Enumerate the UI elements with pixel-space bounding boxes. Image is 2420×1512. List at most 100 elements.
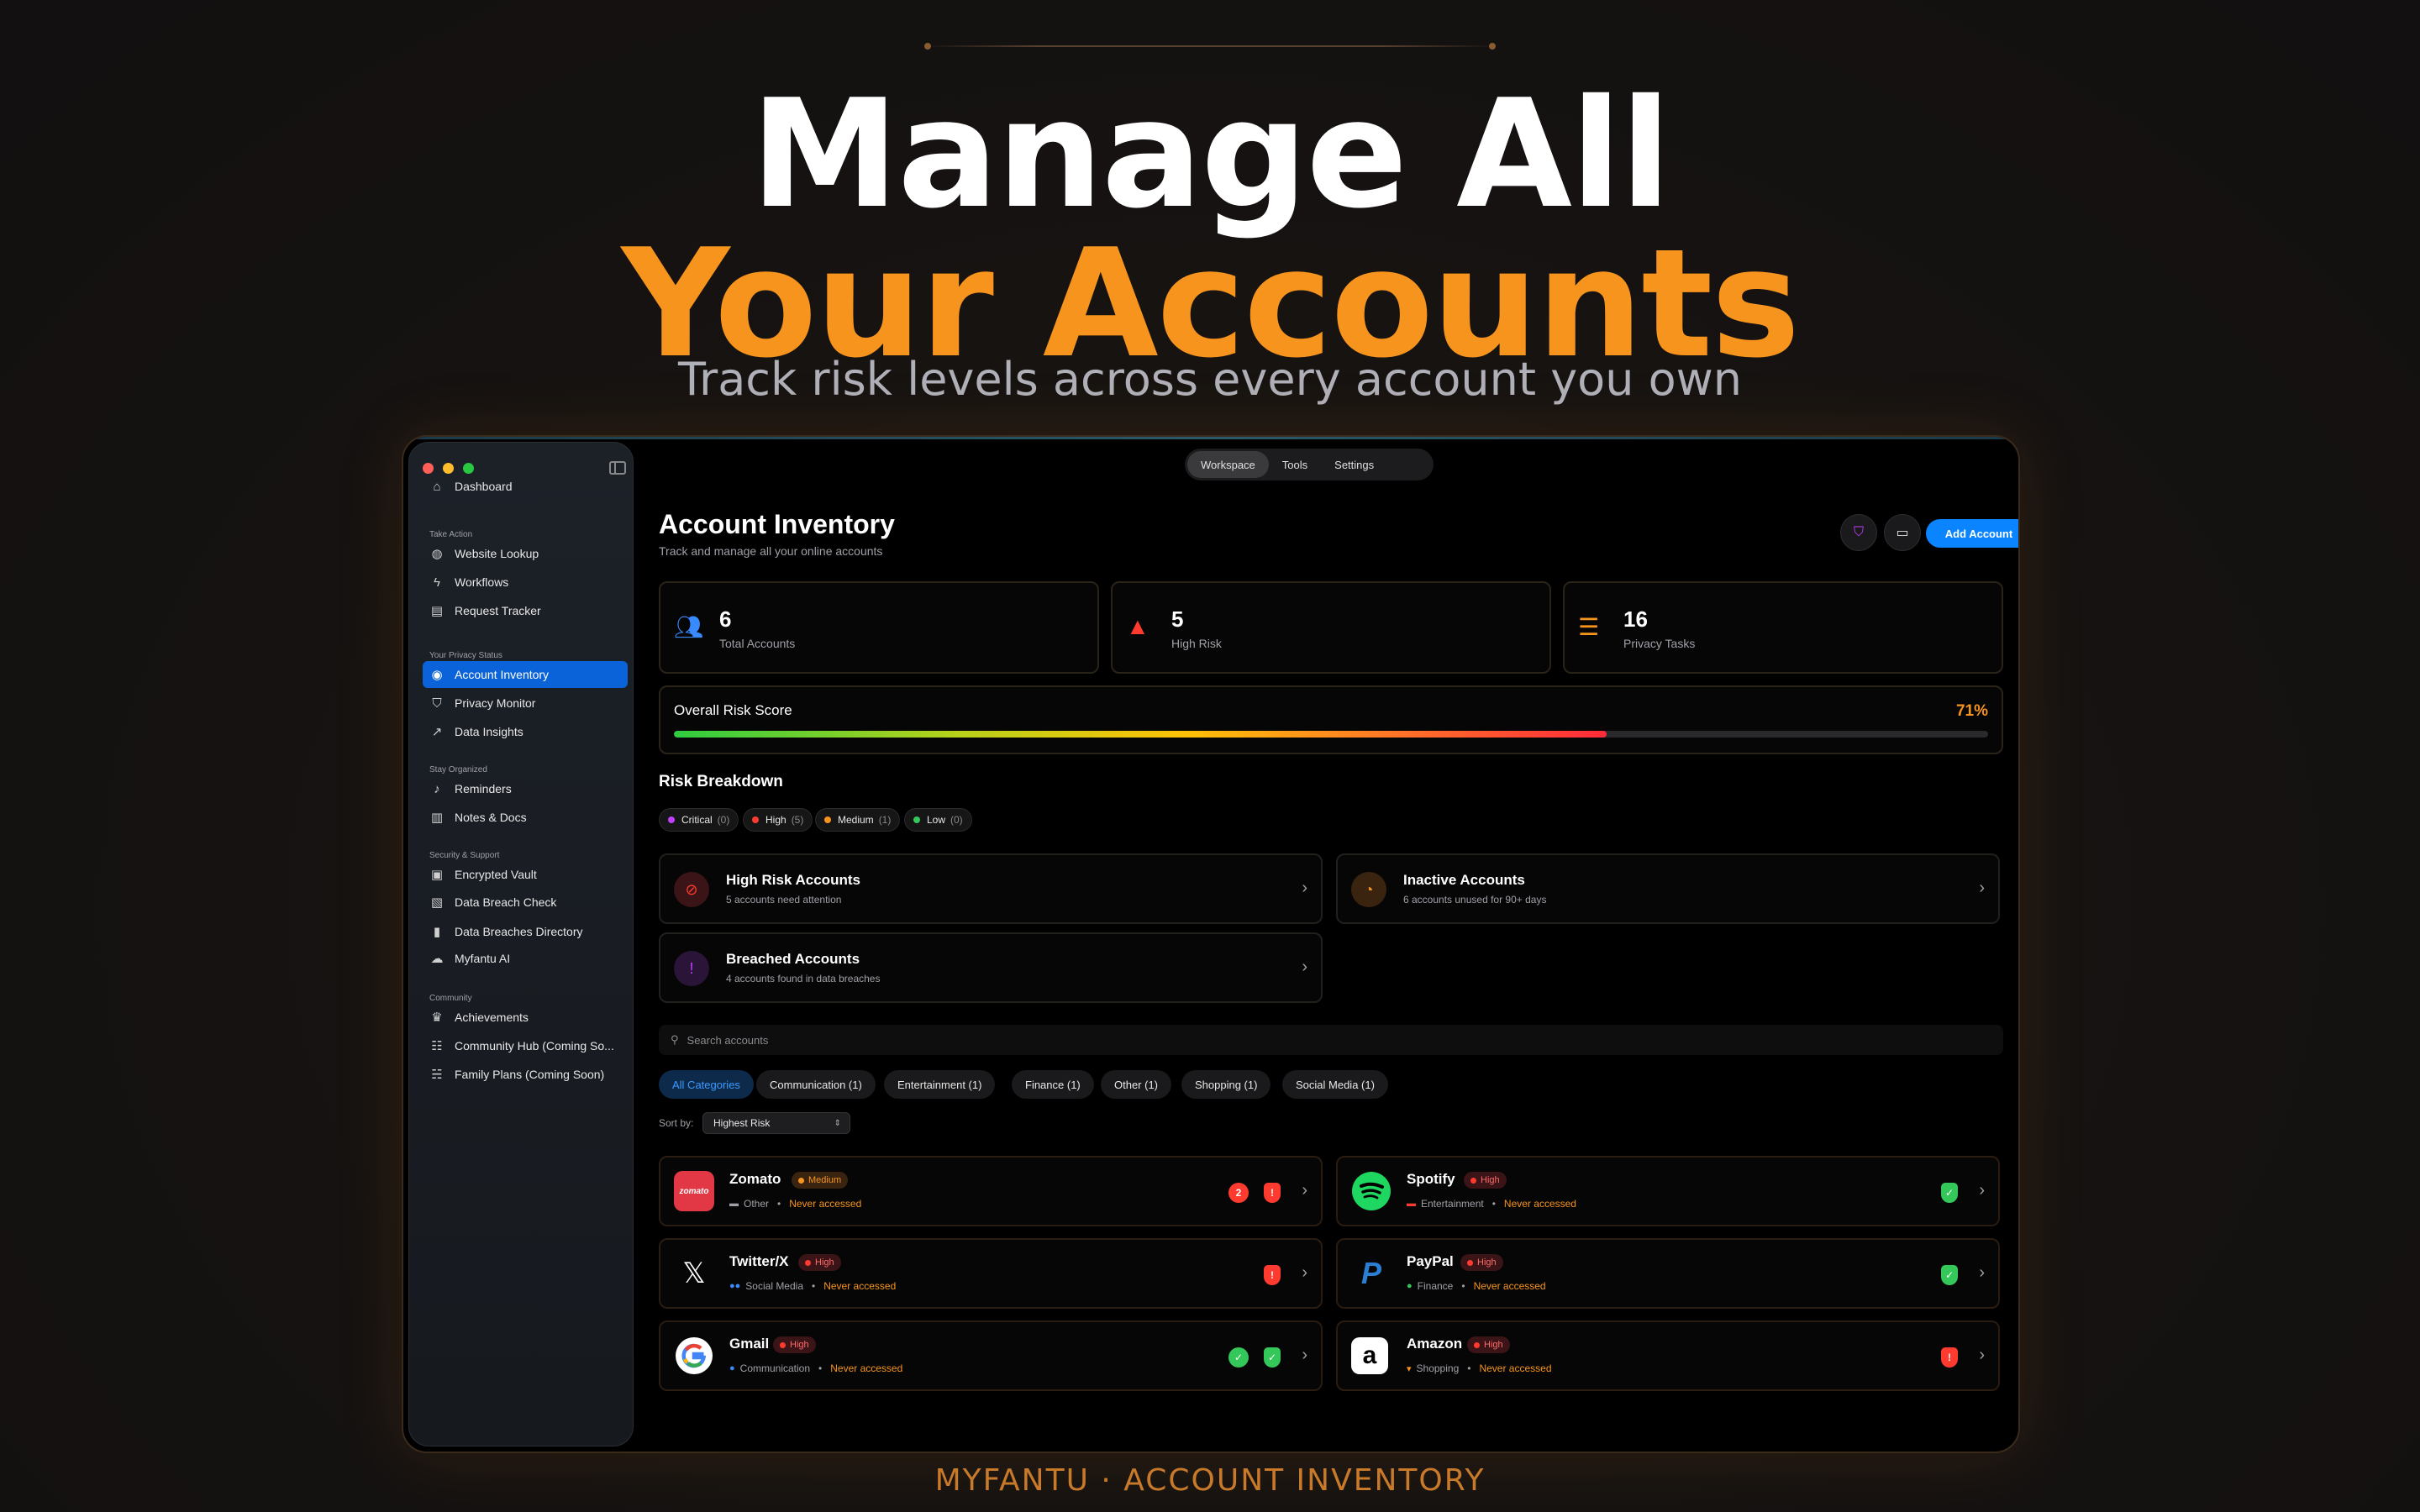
book-icon: ▥ xyxy=(430,811,444,825)
critical-dot-icon xyxy=(668,816,675,823)
stat-value: 5 xyxy=(1171,606,1184,632)
card-title: Breached Accounts xyxy=(726,951,860,967)
hero-headline-1: Manage All xyxy=(750,67,1671,241)
pill-count: (0) xyxy=(717,814,730,826)
sidebar-item-workflows[interactable]: ϟ Workflows xyxy=(423,569,628,596)
sidebar-item-community-hub[interactable]: ☷ Community Hub (Coming So... xyxy=(423,1032,628,1059)
risk-badge: High xyxy=(1467,1336,1510,1353)
category-shopping[interactable]: Shopping (1) xyxy=(1181,1070,1271,1099)
sidebar-section-title: Take Action xyxy=(429,530,473,539)
sidebar-item-account-inventory[interactable]: ◉ Account Inventory xyxy=(423,661,628,688)
account-row-spotify[interactable]: Spotify High ▬ Entertainment • Never acc… xyxy=(1336,1156,2000,1226)
high-dot-icon xyxy=(752,816,759,823)
risk-dot-icon xyxy=(798,1177,804,1184)
risk-dot-icon xyxy=(780,1341,786,1348)
dollar-icon: ● xyxy=(1407,1281,1413,1291)
account-row-gmail[interactable]: Gmail High ● Communication • Never acces… xyxy=(659,1320,1323,1391)
add-account-button[interactable]: Add Account xyxy=(1926,519,2018,548)
sort-select[interactable]: Highest Risk ⇕ xyxy=(702,1112,850,1134)
sidebar-item-encrypted-vault[interactable]: ▣ Encrypted Vault xyxy=(423,861,628,888)
account-row-amazon[interactable]: a Amazon High ▾ Shopping • Never accesse… xyxy=(1336,1320,2000,1391)
sidebar-item-label: Reminders xyxy=(455,782,512,795)
meta-separator: • xyxy=(777,1198,781,1210)
risk-badge-label: High xyxy=(815,1257,834,1268)
shield-check-icon: ✓ xyxy=(1264,1347,1281,1368)
account-meta: ● Communication • Never accessed xyxy=(729,1362,902,1374)
sidebar-item-myfantu-ai[interactable]: ☁ Myfantu AI xyxy=(423,945,628,972)
breached-accounts-card[interactable]: ! Breached Accounts 4 accounts found in … xyxy=(659,932,1323,1003)
shield-icon: ⛉ xyxy=(432,696,442,711)
risk-badge-label: Medium xyxy=(808,1175,842,1185)
sidebar-item-data-breaches-directory[interactable]: ▮ Data Breaches Directory xyxy=(423,918,628,945)
stat-label: High Risk xyxy=(1171,637,1222,650)
sidebar-item-privacy-monitor[interactable]: ⛉ Privacy Monitor xyxy=(423,690,628,717)
account-meta: ▬ Entertainment • Never accessed xyxy=(1407,1198,1576,1210)
high-risk-accounts-card[interactable]: ⊘ High Risk Accounts 5 accounts need att… xyxy=(659,853,1323,924)
sidebar-item-achievements[interactable]: ♛ Achievements xyxy=(423,1004,628,1031)
inactive-accounts-card[interactable]: ◔ Inactive Accounts 6 accounts unused fo… xyxy=(1336,853,2000,924)
chevron-right-icon: › xyxy=(1302,1181,1307,1200)
zomato-logo-icon: zomato xyxy=(674,1171,714,1211)
card-title: Inactive Accounts xyxy=(1403,872,1525,888)
sidebar-panel: ⌂ Dashboard Take Action ◍ Website Lookup… xyxy=(408,442,634,1446)
sidebar-item-label: Request Tracker xyxy=(455,604,541,617)
account-name: Zomato xyxy=(729,1171,781,1187)
risk-dot-icon xyxy=(1467,1259,1473,1266)
low-dot-icon xyxy=(913,816,920,823)
account-row-paypal[interactable]: P PayPal High ● Finance • Never accessed… xyxy=(1336,1238,2000,1309)
tab-workspace[interactable]: Workspace xyxy=(1187,451,1269,478)
house-icon: ⌂ xyxy=(433,479,441,494)
people-two-icon: ☵ xyxy=(431,1068,443,1082)
spotify-logo-icon xyxy=(1351,1171,1392,1211)
app-window: ⌂ Dashboard Take Action ◍ Website Lookup… xyxy=(402,435,2020,1453)
paypal-logo-icon: P xyxy=(1360,1256,1381,1290)
bell-icon: ♪ xyxy=(434,781,440,796)
sidebar-item-dashboard[interactable]: ⌂ Dashboard xyxy=(423,473,628,500)
category-other[interactable]: Other (1) xyxy=(1101,1070,1172,1099)
search-input[interactable]: ⚲ Search accounts xyxy=(659,1025,2003,1055)
chart-line-icon: ↗ xyxy=(431,725,443,739)
risk-pill-critical[interactable]: Critical (0) xyxy=(659,808,739,832)
tab-settings[interactable]: Settings xyxy=(1321,451,1387,478)
account-name: PayPal xyxy=(1407,1253,1454,1269)
sidebar-item-notes-docs[interactable]: ▥ Notes & Docs xyxy=(423,804,628,831)
meta-separator: • xyxy=(1461,1280,1465,1292)
page-title: Account Inventory xyxy=(659,509,895,539)
meta-separator: • xyxy=(1467,1362,1471,1374)
account-row-zomato[interactable]: zomato Zomato Medium ▬ Other • Never acc… xyxy=(659,1156,1323,1226)
warning-triangle-icon: ▲ xyxy=(1126,613,1150,639)
sidebar-item-label: Encrypted Vault xyxy=(455,868,537,881)
x-logo-icon: 𝕏 xyxy=(682,1257,706,1289)
risk-badge: High xyxy=(1464,1172,1507,1189)
category-entertainment[interactable]: Entertainment (1) xyxy=(884,1070,996,1099)
sidebar-item-website-lookup[interactable]: ◍ Website Lookup xyxy=(423,540,628,567)
risk-pill-medium[interactable]: Medium (1) xyxy=(815,808,901,832)
pill-label: High xyxy=(765,814,786,826)
doc-shield-icon: ▧ xyxy=(430,895,444,910)
people-three-icon: ☷ xyxy=(431,1039,443,1053)
lock-icon: ▣ xyxy=(430,868,444,882)
export-button[interactable]: ▭ xyxy=(1884,514,1921,551)
sidebar-item-reminders[interactable]: ♪ Reminders xyxy=(423,775,628,802)
account-name: Amazon xyxy=(1407,1336,1463,1352)
sidebar-item-family-plans[interactable]: ☵ Family Plans (Coming Soon) xyxy=(423,1061,628,1088)
scan-button[interactable]: ⛉ xyxy=(1840,514,1877,551)
sidebar-item-request-tracker[interactable]: ▤ Request Tracker xyxy=(423,597,628,624)
sidebar-item-data-insights[interactable]: ↗ Data Insights xyxy=(423,718,628,745)
risk-pill-high[interactable]: High (5) xyxy=(743,808,813,832)
sort-label: Sort by: xyxy=(659,1117,694,1129)
sidebar-item-data-breach-check[interactable]: ▧ Data Breach Check xyxy=(423,889,628,916)
tab-tools[interactable]: Tools xyxy=(1269,451,1321,478)
chevron-right-icon: › xyxy=(1302,879,1307,897)
account-row-twitter[interactable]: 𝕏 Twitter/X High ●● Social Media • Never… xyxy=(659,1238,1323,1309)
chevron-right-icon: › xyxy=(1979,1346,1985,1364)
risk-score-label: Overall Risk Score xyxy=(674,702,792,718)
risk-badge: Medium xyxy=(792,1172,849,1189)
category-all[interactable]: All Categories xyxy=(659,1070,754,1099)
risk-dot-icon xyxy=(1474,1341,1480,1348)
category-finance[interactable]: Finance (1) xyxy=(1012,1070,1094,1099)
account-name: Twitter/X xyxy=(729,1253,789,1269)
category-communication[interactable]: Communication (1) xyxy=(756,1070,876,1099)
category-social-media[interactable]: Social Media (1) xyxy=(1282,1070,1388,1099)
risk-pill-low[interactable]: Low (0) xyxy=(904,808,972,832)
